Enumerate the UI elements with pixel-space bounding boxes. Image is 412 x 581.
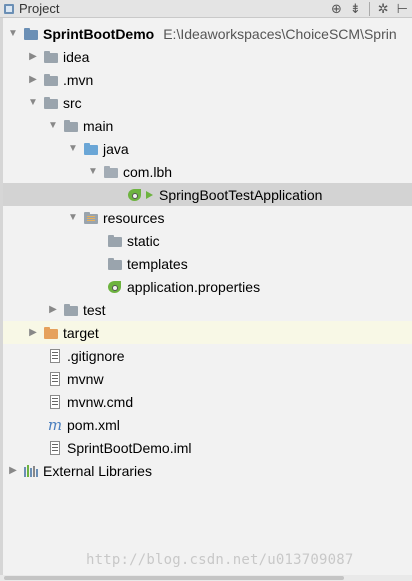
tree-label: target xyxy=(63,324,99,341)
tree-label: src xyxy=(63,94,82,111)
tree-node-target[interactable]: ▶ target xyxy=(3,321,412,344)
project-view-icon xyxy=(4,3,14,14)
tree-label: SpringBootTestApplication xyxy=(159,186,323,203)
watermark: http://blog.csdn.net/u013709087 xyxy=(86,552,354,568)
text-file-icon xyxy=(47,394,63,410)
spring-properties-icon xyxy=(107,279,123,295)
tree-label: application.properties xyxy=(127,278,261,295)
folder-icon xyxy=(43,95,59,111)
expand-arrow-icon[interactable]: ▼ xyxy=(67,143,79,154)
expand-arrow-icon[interactable]: ▼ xyxy=(47,120,59,131)
tree-label: External Libraries xyxy=(43,462,152,479)
tree-node-templates[interactable]: templates xyxy=(3,252,412,275)
folder-icon xyxy=(107,256,123,272)
tree-label: pom.xml xyxy=(67,416,120,433)
tree-node-idea[interactable]: ▶ idea xyxy=(3,45,412,68)
text-file-icon xyxy=(47,348,63,364)
module-file-icon xyxy=(47,440,63,456)
resources-folder-icon xyxy=(83,210,99,226)
libraries-icon xyxy=(23,463,39,479)
tree-node-static[interactable]: static xyxy=(3,229,412,252)
tree-label: templates xyxy=(127,255,188,272)
expand-arrow-icon[interactable]: ▼ xyxy=(27,97,39,108)
root-path: E:\Ideaworkspaces\ChoiceSCM\Sprin xyxy=(163,25,397,42)
tree-label: java xyxy=(103,140,129,157)
tree-node-root[interactable]: ▼ SprintBootDemo E:\Ideaworkspaces\Choic… xyxy=(3,22,412,45)
tree-label: main xyxy=(83,117,114,134)
tree-node-mvnw[interactable]: mvnw xyxy=(3,367,412,390)
tree-label: SprintBootDemo.iml xyxy=(67,439,192,456)
spring-boot-class-icon xyxy=(127,187,143,203)
folder-icon xyxy=(43,72,59,88)
project-view-title: Project xyxy=(19,1,60,16)
tree-label: com.lbh xyxy=(123,163,173,180)
collapse-arrow-icon[interactable]: ▶ xyxy=(27,327,39,338)
tree-node-main[interactable]: ▼ main xyxy=(3,114,412,137)
tree-label: mvnw xyxy=(67,370,104,387)
collapse-arrow-icon[interactable]: ▶ xyxy=(27,51,39,62)
package-icon xyxy=(103,164,119,180)
folder-icon xyxy=(107,233,123,249)
folder-icon xyxy=(63,302,79,318)
tree-node-pom[interactable]: m pom.xml xyxy=(3,413,412,436)
tree-label: test xyxy=(83,301,106,318)
tree-node-src[interactable]: ▼ src xyxy=(3,91,412,114)
toolbar-divider xyxy=(368,2,370,16)
expand-arrow-icon[interactable]: ▼ xyxy=(67,212,79,223)
tree-label: mvnw.cmd xyxy=(67,393,134,410)
project-toolbar: Project ⊕ ⇟ ✲ ⊢ xyxy=(0,0,412,18)
tree-label: .mvn xyxy=(63,71,94,88)
scrollbar-thumb[interactable] xyxy=(4,576,344,580)
collapse-arrow-icon[interactable]: ▶ xyxy=(47,304,59,315)
tree-node-test[interactable]: ▶ test xyxy=(3,298,412,321)
hide-icon[interactable]: ⊢ xyxy=(397,0,408,18)
tree-label: .gitignore xyxy=(67,347,125,364)
folder-icon xyxy=(63,118,79,134)
text-file-icon xyxy=(47,371,63,387)
expand-arrow-icon[interactable]: ▼ xyxy=(87,166,99,177)
tree-node-resources[interactable]: ▼ resources xyxy=(3,206,412,229)
tree-node-iml[interactable]: SprintBootDemo.iml xyxy=(3,436,412,459)
target-icon[interactable]: ⊕ xyxy=(331,0,342,18)
tree-label: idea xyxy=(63,48,90,65)
tree-node-package[interactable]: ▼ com.lbh xyxy=(3,160,412,183)
excluded-folder-icon xyxy=(43,325,59,341)
tree-node-external-libraries[interactable]: ▶ External Libraries xyxy=(3,459,412,482)
collapse-all-icon[interactable]: ⇟ xyxy=(350,0,361,18)
gear-icon[interactable]: ✲ xyxy=(378,0,389,18)
run-config-icon xyxy=(145,187,155,203)
maven-icon: m xyxy=(47,415,63,434)
collapse-arrow-icon[interactable]: ▶ xyxy=(27,74,39,85)
horizontal-scrollbar[interactable] xyxy=(0,575,412,581)
collapse-arrow-icon[interactable]: ▶ xyxy=(7,465,19,476)
tree-node-gitignore[interactable]: .gitignore xyxy=(3,344,412,367)
project-view-selector[interactable]: Project xyxy=(0,1,59,16)
tree-node-mvnw-cmd[interactable]: mvnw.cmd xyxy=(3,390,412,413)
tree-label: resources xyxy=(103,209,165,226)
tree-node-java[interactable]: ▼ java xyxy=(3,137,412,160)
tree-node-mvn[interactable]: ▶ .mvn xyxy=(3,68,412,91)
tree-label: static xyxy=(127,232,160,249)
source-folder-icon xyxy=(83,141,99,157)
tree-node-app-class[interactable]: SpringBootTestApplication xyxy=(3,183,412,206)
tree-node-app-properties[interactable]: application.properties xyxy=(3,275,412,298)
expand-arrow-icon[interactable]: ▼ xyxy=(7,28,19,39)
folder-icon xyxy=(43,49,59,65)
module-folder-icon xyxy=(23,26,39,42)
root-label: SprintBootDemo xyxy=(43,25,155,42)
